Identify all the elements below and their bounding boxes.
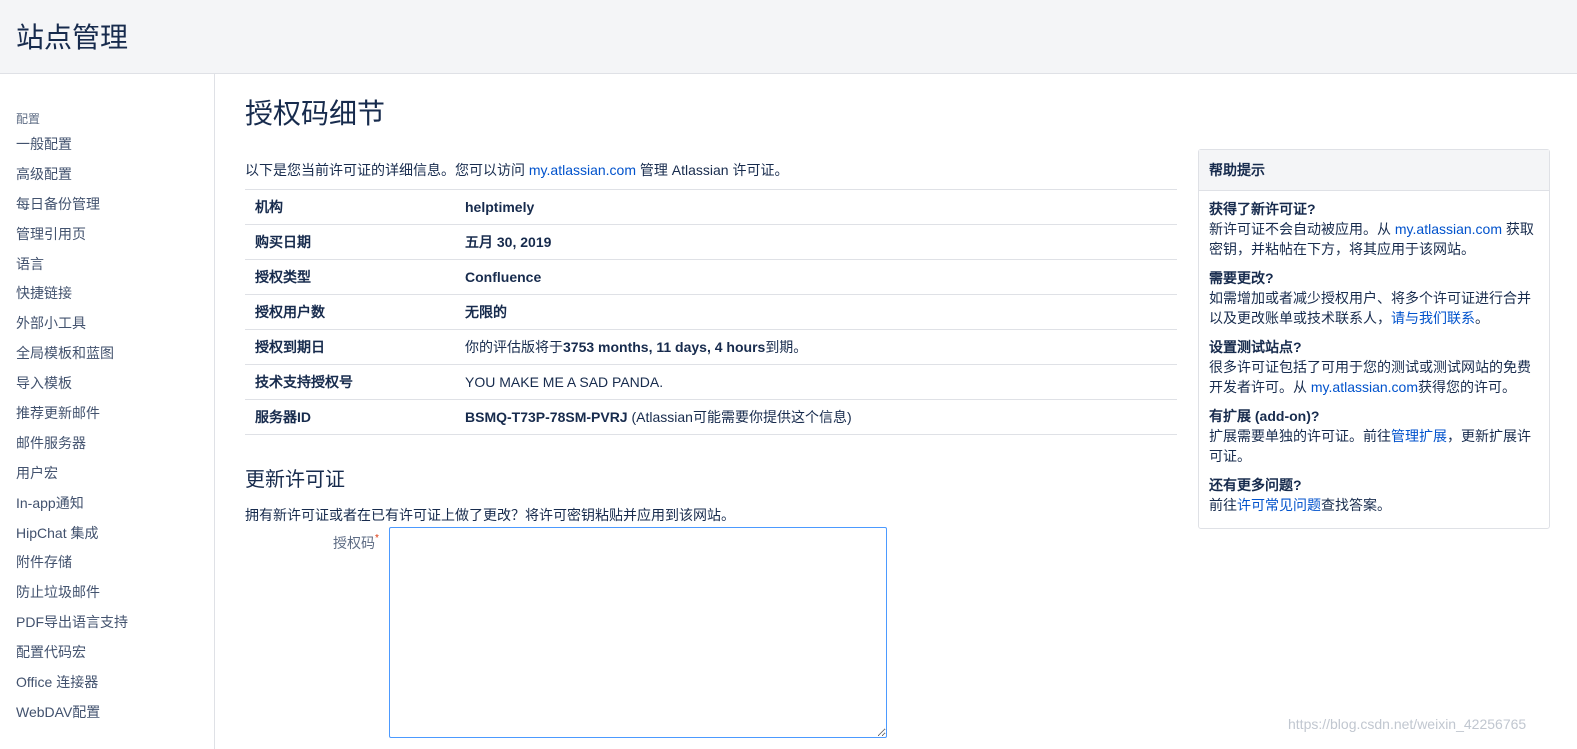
- license-type-value: Confluence: [455, 259, 1177, 295]
- help-tips-title: 帮助提示: [1199, 150, 1549, 191]
- tip-text: 扩展需要单独的许可证。前往: [1209, 428, 1391, 444]
- tip-text: 查找答案。: [1321, 497, 1391, 513]
- sidebar-item-referrers[interactable]: 管理引用页: [16, 223, 128, 253]
- help-tip-answer: 很多许可证包括了可用于您的测试或测试网站的免费开发者许可。从 my.atlass…: [1209, 357, 1539, 397]
- sidebar-item-mail-servers[interactable]: 邮件服务器: [16, 432, 128, 462]
- server-id-code: BSMQ-T73P-78SM-PVRJ: [465, 409, 628, 425]
- help-tip: 有扩展 (add-on)? 扩展需要单独的许可证。前往管理扩展，更新扩展许可证。: [1209, 406, 1539, 466]
- help-tip: 获得了新许可证? 新许可证不会自动被应用。从 my.atlassian.com …: [1209, 199, 1539, 259]
- sidebar-item-attachment-storage[interactable]: 附件存储: [16, 551, 128, 581]
- help-tip-question: 获得了新许可证?: [1209, 201, 1316, 217]
- license-key-label-text: 授权码: [333, 535, 375, 551]
- tip-text: 前往: [1209, 497, 1237, 513]
- help-tip-question: 有扩展 (add-on)?: [1209, 408, 1320, 424]
- row-key: 授权用户数: [245, 294, 455, 330]
- help-tip: 需要更改? 如需增加或者减少授权用户、将多个许可证进行合并以及更改账单或技术联系…: [1209, 268, 1539, 328]
- manage-addons-link[interactable]: 管理扩展: [1391, 428, 1447, 444]
- contact-us-link[interactable]: 请与我们联系: [1391, 310, 1475, 326]
- sidebar-item-webdav[interactable]: WebDAV配置: [16, 701, 128, 731]
- sidebar-menu: 一般配置 高级配置 每日备份管理 管理引用页 语言 快捷链接 外部小工具 全局模…: [16, 133, 128, 731]
- my-atlassian-link[interactable]: my.atlassian.com: [1395, 221, 1502, 237]
- page-header-title: 站点管理: [16, 22, 129, 53]
- sidebar-item-pdf-export-language[interactable]: PDF导出语言支持: [16, 611, 128, 641]
- table-row: 授权类型 Confluence: [245, 259, 1177, 295]
- sidebar-item-global-templates[interactable]: 全局模板和蓝图: [16, 342, 128, 372]
- purchase-date-value: 五月 30, 2019: [455, 224, 1177, 260]
- row-key: 服务器ID: [245, 399, 455, 435]
- row-key: 购买日期: [245, 224, 455, 260]
- license-key-label: 授权码*: [333, 533, 379, 553]
- user-count-value: 无限的: [455, 294, 1177, 330]
- sidebar-item-shortcut-links[interactable]: 快捷链接: [16, 282, 128, 312]
- sidebar-item-import-templates[interactable]: 导入模板: [16, 372, 128, 402]
- intro-text-before: 以下是您当前许可证的详细信息。您可以访问: [245, 162, 529, 178]
- intro-text-after: 管理 Atlassian 许可证。: [636, 162, 789, 178]
- license-key-textarea[interactable]: [389, 527, 887, 738]
- sidebar-item-general-config[interactable]: 一般配置: [16, 133, 128, 163]
- table-row: 机构 helptimely: [245, 189, 1177, 225]
- expiry-duration: 3753 months, 11 days, 4 hours: [563, 339, 766, 355]
- license-details-table: 机构 helptimely 购买日期 五月 30, 2019 授权类型 Conf…: [245, 189, 1177, 435]
- tip-text: 新许可证不会自动被应用。从: [1209, 221, 1395, 237]
- expiry-suffix: 到期。: [765, 339, 808, 355]
- sidebar-item-advanced-config[interactable]: 高级配置: [16, 163, 128, 193]
- row-key: 授权到期日: [245, 329, 455, 365]
- help-tip-question: 需要更改?: [1209, 270, 1274, 286]
- help-tip-question: 还有更多问题?: [1209, 477, 1302, 493]
- page-title: 授权码细节: [245, 98, 386, 129]
- tip-text: 。: [1475, 310, 1489, 326]
- help-tip-answer: 前往许可常见问题查找答案。: [1209, 495, 1539, 515]
- sidebar-item-external-gadgets[interactable]: 外部小工具: [16, 312, 128, 342]
- table-row: 授权用户数 无限的: [245, 294, 1177, 330]
- renew-license-heading: 更新许可证: [245, 469, 345, 491]
- sidebar-item-recommended-updates[interactable]: 推荐更新邮件: [16, 402, 128, 432]
- admin-sidebar: 配置 一般配置 高级配置 每日备份管理 管理引用页 语言 快捷链接 外部小工具 …: [0, 74, 215, 749]
- help-tip-answer: 新许可证不会自动被应用。从 my.atlassian.com 获取密钥，并粘帖在…: [1209, 219, 1539, 259]
- my-atlassian-link[interactable]: my.atlassian.com: [1311, 379, 1418, 395]
- table-row: 购买日期 五月 30, 2019: [245, 224, 1177, 260]
- sidebar-item-office-connector[interactable]: Office 连接器: [16, 671, 128, 701]
- table-row: 授权到期日 你的评估版将于3753 months, 11 days, 4 hou…: [245, 329, 1177, 365]
- organisation-value: helptimely: [455, 189, 1177, 225]
- license-faq-link[interactable]: 许可常见问题: [1237, 497, 1321, 513]
- help-tip-question: 设置测试站点?: [1209, 339, 1302, 355]
- expiry-value: 你的评估版将于3753 months, 11 days, 4 hours到期。: [455, 329, 1177, 365]
- license-intro: 以下是您当前许可证的详细信息。您可以访问 my.atlassian.com 管理…: [245, 160, 788, 180]
- watermark: https://blog.csdn.net/weixin_42256765: [1288, 716, 1527, 732]
- sidebar-item-in-app-notifications[interactable]: In-app通知: [16, 492, 128, 522]
- help-tip: 设置测试站点? 很多许可证包括了可用于您的测试或测试网站的免费开发者许可。从 m…: [1209, 337, 1539, 397]
- renew-license-description: 拥有新许可证或者在已有许可证上做了更改？将许可密钥粘贴并应用到该网站。: [245, 507, 735, 523]
- sidebar-item-languages[interactable]: 语言: [16, 253, 128, 283]
- tip-text: 获得您的许可。: [1418, 379, 1516, 395]
- server-id-note: (Atlassian可能需要你提供这个信息): [627, 409, 852, 425]
- site-admin-header: 站点管理: [0, 0, 1577, 74]
- help-tip-answer: 扩展需要单独的许可证。前往管理扩展，更新扩展许可证。: [1209, 426, 1539, 466]
- row-key: 机构: [245, 189, 455, 225]
- sidebar-section-title: 配置: [16, 112, 41, 126]
- sidebar-item-hipchat[interactable]: HipChat 集成: [16, 522, 128, 552]
- help-tip: 还有更多问题? 前往许可常见问题查找答案。: [1209, 475, 1539, 515]
- row-key: 技术支持授权号: [245, 364, 455, 400]
- server-id-value: BSMQ-T73P-78SM-PVRJ (Atlassian可能需要你提供这个信…: [455, 399, 1177, 435]
- help-tips-list: 获得了新许可证? 新许可证不会自动被应用。从 my.atlassian.com …: [1199, 191, 1549, 515]
- sidebar-item-daily-backup[interactable]: 每日备份管理: [16, 193, 128, 223]
- support-entitlement-value: YOU MAKE ME A SAD PANDA.: [455, 364, 1177, 400]
- sidebar-item-user-macros[interactable]: 用户宏: [16, 462, 128, 492]
- table-row: 服务器ID BSMQ-T73P-78SM-PVRJ (Atlassian可能需要…: [245, 399, 1177, 435]
- row-key: 授权类型: [245, 259, 455, 295]
- expiry-prefix: 你的评估版将于: [465, 339, 563, 355]
- sidebar-item-spam-prevention[interactable]: 防止垃圾邮件: [16, 581, 128, 611]
- my-atlassian-link[interactable]: my.atlassian.com: [529, 162, 636, 178]
- help-tips-panel: 帮助提示 获得了新许可证? 新许可证不会自动被应用。从 my.atlassian…: [1198, 149, 1550, 529]
- sidebar-item-code-macro[interactable]: 配置代码宏: [16, 641, 128, 671]
- table-row: 技术支持授权号 YOU MAKE ME A SAD PANDA.: [245, 364, 1177, 400]
- required-mark: *: [375, 533, 379, 544]
- help-tip-answer: 如需增加或者减少授权用户、将多个许可证进行合并以及更改账单或技术联系人，请与我们…: [1209, 288, 1539, 328]
